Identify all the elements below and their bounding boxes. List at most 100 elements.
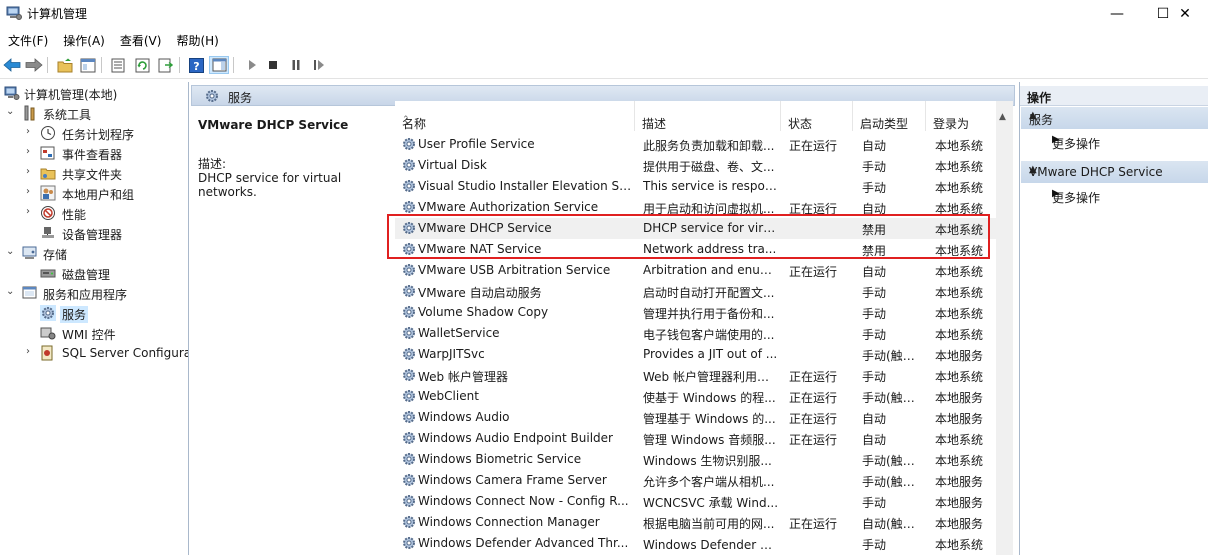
tree-item-services-apps[interactable]: ⌄ 服务和应用程序 [0, 283, 188, 303]
minimize-button[interactable]: — [1094, 0, 1140, 28]
service-row[interactable]: Virtual Disk 提供用于磁盘、卷、文... 手动 本地系统 [395, 155, 997, 176]
more-actions-services[interactable]: 更多操作 ▶ [1020, 132, 1208, 152]
forward-button[interactable] [24, 56, 44, 74]
column-header-startup[interactable]: 启动类型 [853, 101, 926, 131]
actions-header: 操作 [1020, 86, 1208, 106]
column-header-description[interactable]: 描述 [635, 101, 781, 131]
gear-icon [401, 241, 417, 257]
service-row[interactable]: VMware NAT Service Network address tra...… [395, 239, 997, 260]
service-startup-type: 手动 [862, 286, 887, 300]
back-arrow-icon [3, 58, 21, 72]
export-list-button[interactable] [155, 56, 175, 74]
column-header-name[interactable]: ⌃ 名称 [395, 101, 635, 131]
tree-item-device-manager[interactable]: 设备管理器 [0, 223, 188, 243]
chevron-down-icon[interactable]: ⌄ [6, 246, 16, 258]
close-button[interactable]: ✕ [1162, 0, 1208, 28]
service-name: Windows Connect Now - Config R... [418, 494, 629, 508]
show-action-pane-button[interactable] [209, 56, 229, 74]
tree-label: 共享文件夹 [62, 168, 123, 182]
service-row[interactable]: WarpJITSvc Provides a JIT out of ... 手动(触发… [395, 344, 997, 365]
service-row[interactable]: VMware Authorization Service 用于启动和访问虚拟机..… [395, 197, 997, 218]
chevron-down-icon[interactable]: ⌄ [6, 106, 16, 118]
more-actions-vmware-dhcp[interactable]: 更多操作 ▶ [1020, 186, 1208, 206]
service-row[interactable]: VMware 自动启动服务 启动时自动打开配置文... 手动 本地系统 [395, 281, 997, 302]
show-hide-tree-button[interactable] [78, 56, 98, 74]
column-header-status[interactable]: 状态 [781, 101, 853, 131]
start-service-button[interactable] [242, 56, 262, 74]
tree-item-shared-folders[interactable]: › 共享文件夹 [0, 163, 188, 183]
menu-action[interactable]: 操作(A) [55, 29, 112, 51]
tree-label: 服务和应用程序 [43, 288, 128, 302]
service-row[interactable]: Web 帐户管理器 Web 帐户管理器利用此... 正在运行 手动 本地系统 [395, 365, 997, 386]
chevron-right-icon[interactable]: › [26, 346, 36, 358]
service-row[interactable]: VMware DHCP Service DHCP service for virt… [395, 218, 997, 239]
gear-icon [401, 346, 417, 362]
service-row[interactable]: Windows Camera Frame Server 允许多个客户端从相机...… [395, 470, 997, 491]
chevron-right-icon[interactable]: › [26, 206, 36, 218]
service-row[interactable]: Windows Audio 管理基于 Windows 的... 正在运行 自动 本地服务 [395, 407, 997, 428]
wmi-icon [40, 327, 56, 340]
tree-item-system-tools[interactable]: ⌄ 系统工具 [0, 103, 188, 123]
tree-item-wmi[interactable]: WMI 控件 [0, 323, 188, 343]
actions-section-vmware-dhcp[interactable]: VMware DHCP Service ▲ [1021, 161, 1208, 183]
tree-item-task-scheduler[interactable]: › 任务计划程序 [0, 123, 188, 143]
menu-view[interactable]: 查看(V) [112, 29, 169, 51]
column-header-logon[interactable]: 登录为 [926, 101, 997, 131]
tree-item-root[interactable]: 计算机管理(本地) [0, 83, 188, 103]
pause-icon [292, 60, 300, 70]
gear-icon [401, 157, 417, 173]
service-row[interactable]: Windows Connection Manager 根据电脑当前可用的网... 正… [395, 512, 997, 533]
tree-item-performance[interactable]: › 性能 [0, 203, 188, 223]
service-row[interactable]: Windows Biometric Service Windows 生物识别服..… [395, 449, 997, 470]
service-name: VMware Authorization Service [418, 200, 599, 214]
gear-icon [401, 262, 417, 278]
tree-item-local-users[interactable]: › 本地用户和组 [0, 183, 188, 203]
tree-item-disk-management[interactable]: 磁盘管理 [0, 263, 188, 283]
service-row[interactable]: VMware USB Arbitration Service Arbitratio… [395, 260, 997, 281]
service-row[interactable]: Windows Audio Endpoint Builder 管理 Windows… [395, 428, 997, 449]
service-row[interactable]: Windows Defender Advanced Thr... Windows … [395, 533, 997, 554]
service-name: Visual Studio Installer Elevation Se... [418, 179, 632, 193]
tree-item-services[interactable]: 服务 [0, 303, 188, 323]
tree-item-storage[interactable]: ⌄ 存储 [0, 243, 188, 263]
chevron-right-icon[interactable]: › [26, 186, 36, 198]
services-list-scrollbar[interactable]: ▲ [996, 101, 1013, 555]
service-row[interactable]: Visual Studio Installer Elevation Se... T… [395, 176, 997, 197]
service-description: 电子钱包客户端使用的... [643, 328, 775, 342]
service-row[interactable]: Volume Shadow Copy 管理并执行用于备份和... 手动 本地系统 [395, 302, 997, 323]
service-description: 管理并执行用于备份和... [643, 307, 775, 321]
tree-item-sql-server[interactable]: › SQL Server Configura [0, 343, 188, 363]
actions-section-services[interactable]: 服务 ▲ [1021, 107, 1208, 129]
chevron-down-icon[interactable]: ⌄ [6, 286, 16, 298]
toolbar: ? [0, 52, 1208, 79]
description-pane: VMware DHCP Service 描述: DHCP service for… [191, 107, 395, 555]
service-row[interactable]: WalletService 电子钱包客户端使用的... 手动 本地系统 [395, 323, 997, 344]
service-row[interactable]: Windows Connect Now - Config R... WCNCSVC… [395, 491, 997, 512]
service-startup-type: 禁用 [862, 223, 887, 237]
restart-service-button[interactable] [309, 56, 329, 74]
up-folder-button[interactable] [55, 56, 75, 74]
scroll-up-icon[interactable]: ▲ [999, 112, 1006, 122]
properties-button[interactable] [108, 56, 128, 74]
help-button[interactable]: ? [186, 56, 206, 74]
service-description: 管理 Windows 音频服... [643, 433, 776, 447]
gear-icon [401, 220, 417, 236]
service-row[interactable]: WebClient 使基于 Windows 的程... 正在运行 手动(触发... 本地… [395, 386, 997, 407]
refresh-button[interactable] [132, 56, 152, 74]
pause-service-button[interactable] [286, 56, 306, 74]
service-name: Web 帐户管理器 [418, 370, 508, 384]
chevron-right-icon[interactable]: › [26, 126, 36, 138]
service-name: VMware USB Arbitration Service [418, 263, 611, 277]
service-description: Windows Defender 高... [643, 538, 779, 552]
menu-file[interactable]: 文件(F) [0, 29, 55, 51]
chevron-right-icon[interactable]: › [26, 166, 36, 178]
service-logon: 本地服务 [935, 349, 984, 363]
service-row[interactable]: User Profile Service 此服务负责加载和卸载... 正在运行 自动 本… [395, 134, 997, 155]
service-description: Windows 生物识别服... [643, 454, 772, 468]
chevron-right-icon[interactable]: › [26, 146, 36, 158]
tree-item-event-viewer[interactable]: › 事件查看器 [0, 143, 188, 163]
service-startup-type: 手动(触发... [862, 391, 924, 405]
menu-help[interactable]: 帮助(H) [168, 29, 225, 51]
back-button[interactable] [2, 56, 22, 74]
stop-service-button[interactable] [263, 56, 283, 74]
